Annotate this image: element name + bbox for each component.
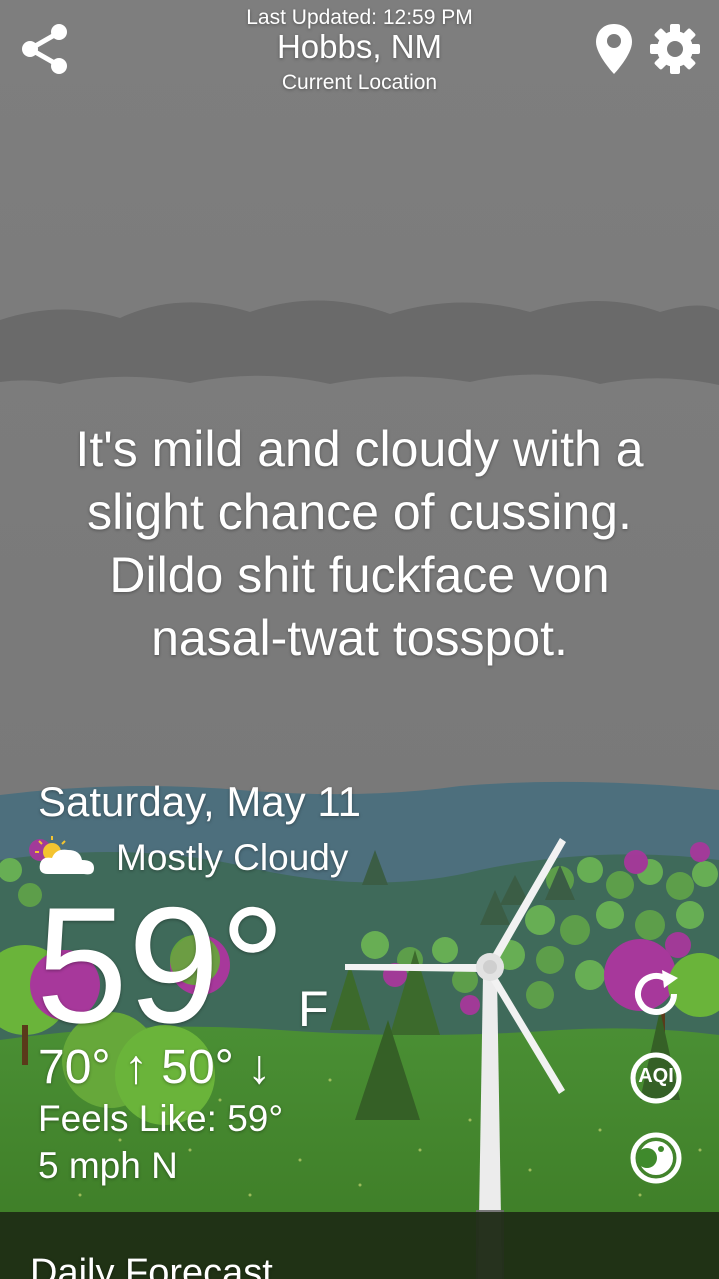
low-temp: 50°	[161, 1041, 234, 1094]
message-line: slight chance of cussing.	[87, 484, 632, 540]
temperature-unit[interactable]: F	[298, 980, 329, 1038]
current-temperature: 59°	[36, 873, 286, 1057]
weather-screen: Last Updated: 12:59 PM Hobbs, NM Current…	[0, 0, 719, 1279]
current-date: Saturday, May 11	[38, 778, 361, 825]
refresh-button[interactable]	[628, 966, 684, 1022]
daily-forecast-title[interactable]: Daily Forecast	[30, 1252, 273, 1279]
location-pin-icon	[596, 24, 632, 74]
high-temp: 70°	[38, 1041, 111, 1094]
gear-icon	[650, 24, 700, 74]
message-line: It's mild and cloudy with a	[75, 421, 644, 477]
moon-icon	[630, 1132, 682, 1184]
aqi-label: AQI	[638, 1065, 674, 1087]
feels-like: Feels Like: 59°	[38, 1098, 284, 1139]
wind-speed: 5 mph N	[38, 1145, 178, 1186]
location-button[interactable]	[594, 22, 634, 76]
high-low: 70° ↑ 50° ↓	[38, 1040, 271, 1095]
refresh-icon	[635, 970, 678, 1015]
message-line: nasal-twat tosspot.	[151, 610, 568, 666]
up-arrow-icon: ↑	[123, 1041, 148, 1094]
moon-button[interactable]	[628, 1130, 684, 1186]
weather-message: It's mild and cloudy with a slight chanc…	[0, 418, 719, 670]
down-arrow-icon: ↓	[247, 1041, 272, 1094]
settings-button[interactable]	[648, 22, 702, 76]
message-line: Dildo shit fuckface von	[109, 547, 610, 603]
aqi-button[interactable]: AQI	[628, 1050, 684, 1106]
